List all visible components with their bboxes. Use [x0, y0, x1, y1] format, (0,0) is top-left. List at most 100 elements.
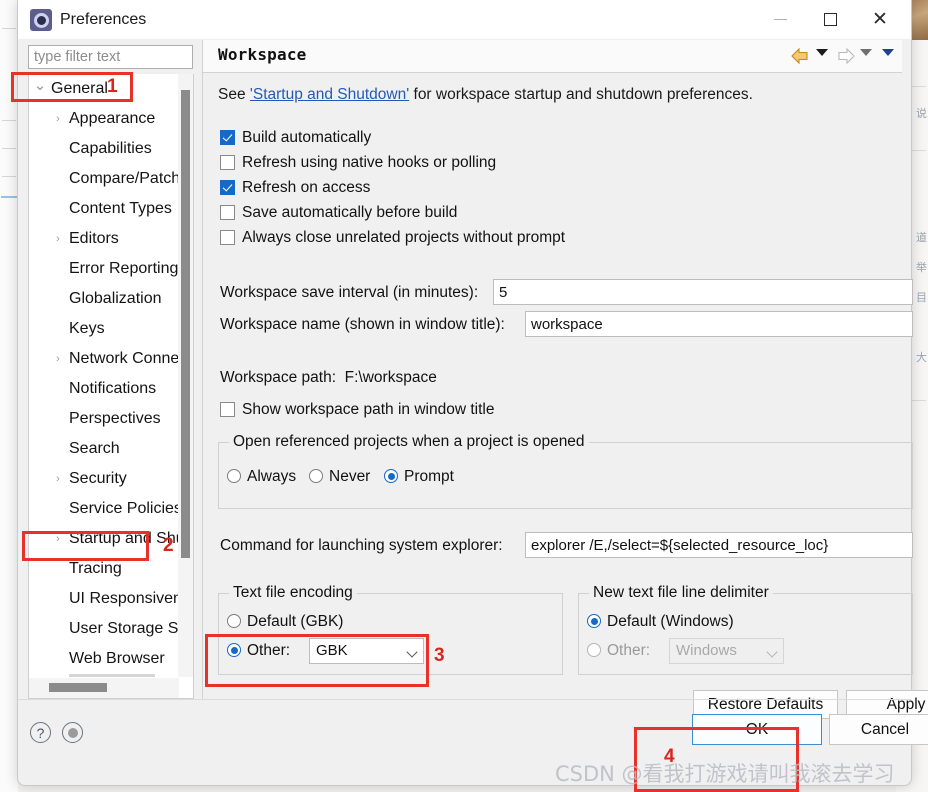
encoding-default-radio-row[interactable]: Default (GBK): [227, 613, 343, 635]
tree-item-label: UI Responsiveness Monitoring: [69, 590, 179, 607]
checkbox-row-always-close-unrelated-projects-without-prompt[interactable]: Always close unrelated projects without …: [220, 229, 565, 251]
maximize-button[interactable]: [807, 0, 853, 39]
help-button[interactable]: ?: [30, 722, 51, 743]
checkbox-refresh-on-access[interactable]: [220, 180, 235, 195]
tree-item-appearance[interactable]: › Appearance: [29, 104, 179, 134]
radio-always-label: Always: [247, 468, 297, 485]
system-explorer-input[interactable]: [525, 532, 913, 558]
radio-never-indicator[interactable]: [309, 469, 323, 483]
page-menu-chevron-down-icon[interactable]: [882, 49, 894, 56]
preference-page-header: Workspace: [203, 40, 902, 73]
tree-item-user-storage-service[interactable]: User Storage Service: [29, 614, 179, 644]
tree-item-keys[interactable]: Keys: [29, 314, 179, 344]
tree-item-notifications[interactable]: Notifications: [29, 374, 179, 404]
delimiter-combobox-value: Windows: [676, 642, 737, 659]
radio-never-label: Never: [329, 468, 371, 485]
chevron-right-icon[interactable]: ›: [51, 344, 65, 374]
tree-item-network-connections[interactable]: ›Network Connections: [29, 344, 179, 374]
tree-item-compare-patch[interactable]: Compare/Patch: [29, 164, 179, 194]
preferences-gear-icon: [30, 9, 52, 31]
chevron-right-icon[interactable]: ›: [51, 464, 65, 494]
tree-horizontal-scrollbar[interactable]: [29, 678, 179, 698]
delimiter-other-radio-indicator[interactable]: [587, 643, 601, 657]
tree-item-editors[interactable]: › Editors: [29, 224, 179, 254]
tree-horizontal-scrollbar-thumb[interactable]: [49, 683, 107, 692]
system-explorer-label: Command for launching system explorer:: [220, 537, 503, 554]
tree-item-label: Network Connections: [69, 350, 179, 367]
delimiter-other-radio-row[interactable]: Other:: [587, 642, 650, 664]
checkbox-row-refresh-on-access[interactable]: Refresh on access: [220, 179, 370, 201]
tree-item-perspectives[interactable]: Perspectives: [29, 404, 179, 434]
checkbox-save-automatically-before-build[interactable]: [220, 205, 235, 220]
tree-item-capabilities[interactable]: Capabilities: [29, 134, 179, 164]
filter-input[interactable]: [28, 45, 193, 69]
workspace-name-input[interactable]: [525, 311, 913, 337]
checkbox-always-close-unrelated-projects-without-prompt[interactable]: [220, 230, 235, 245]
delimiter-default-radio-row[interactable]: Default (Windows): [587, 613, 734, 635]
preference-tree[interactable]: ⌄ General › Appearance Capabilities Compare/P…: [29, 74, 179, 677]
tree-item-ui-responsiveness-monitoring[interactable]: UI Responsiveness Monitoring: [29, 584, 179, 614]
radio-always[interactable]: Always: [227, 468, 296, 490]
tree-item-error-reporting[interactable]: Error Reporting: [29, 254, 179, 284]
forward-arrow-icon: [838, 47, 855, 65]
tree-item-label: Notifications: [69, 380, 157, 397]
radio-never[interactable]: Never: [309, 468, 370, 490]
workspace-name-label: Workspace name (shown in window title):: [220, 316, 505, 333]
show-workspace-path-checkbox-row[interactable]: Show workspace path in window title: [220, 401, 494, 423]
close-button[interactable]: ✕: [857, 0, 903, 39]
tree-item-workspace[interactable]: › Workspace: [29, 674, 179, 677]
back-arrow-icon[interactable]: [790, 47, 810, 65]
startup-shutdown-link[interactable]: 'Startup and Shutdown': [250, 86, 409, 103]
tree-item-web-browser[interactable]: Web Browser: [29, 644, 179, 674]
show-workspace-path-label: Show workspace path in window title: [242, 401, 495, 418]
show-workspace-path-checkbox[interactable]: [220, 402, 235, 417]
checkbox-label: Refresh on access: [242, 179, 371, 196]
tree-item-label: User Storage Service: [69, 620, 179, 637]
tree-item-label: Content Types: [69, 200, 172, 217]
chevron-right-icon[interactable]: ›: [51, 104, 65, 134]
encoding-default-label: Default (GBK): [247, 613, 344, 630]
page-description: See 'Startup and Shutdown' for workspace…: [218, 86, 753, 104]
delimiter-default-radio-indicator[interactable]: [587, 614, 601, 628]
tree-vertical-scrollbar[interactable]: [178, 74, 193, 677]
cancel-button[interactable]: Cancel: [829, 714, 928, 745]
tree-item-label: Perspectives: [69, 410, 161, 427]
checkbox-row-save-automatically-before-build[interactable]: Save automatically before build: [220, 204, 457, 226]
encoding-default-radio-indicator[interactable]: [227, 614, 241, 628]
save-interval-input[interactable]: [493, 279, 913, 305]
checkbox-build-automatically[interactable]: [220, 130, 235, 145]
checkbox-row-refresh-using-native-hooks-or-polling[interactable]: Refresh using native hooks or polling: [220, 154, 496, 176]
description-prefix: See: [218, 86, 250, 103]
question-mark-icon: ?: [36, 724, 45, 741]
back-history-chevron-down-icon[interactable]: [816, 49, 828, 56]
tree-item-label: Keys: [69, 320, 105, 337]
tree-vertical-scrollbar-thumb[interactable]: [181, 90, 190, 558]
checkbox-row-build-automatically[interactable]: Build automatically: [220, 129, 371, 151]
forward-history-chevron-down-icon: [860, 49, 872, 56]
tree-item-search[interactable]: Search: [29, 434, 179, 464]
radio-prompt-indicator[interactable]: [384, 469, 398, 483]
chevron-right-icon[interactable]: ›: [51, 674, 65, 677]
tree-item-content-types[interactable]: Content Types: [29, 194, 179, 224]
radio-prompt-label: Prompt: [404, 468, 454, 485]
minimize-button[interactable]: [757, 0, 803, 39]
line-delimiter-legend: New text file line delimiter: [589, 584, 773, 602]
checkbox-label: Build automatically: [242, 129, 372, 146]
tree-item-label: Capabilities: [69, 140, 152, 157]
tree-item-globalization[interactable]: Globalization: [29, 284, 179, 314]
footer-divider: [18, 699, 911, 700]
chevron-right-icon[interactable]: ›: [51, 224, 65, 254]
tree-item-label: Workspace: [69, 674, 155, 677]
tree-item-label: Service Policies: [69, 500, 179, 517]
close-icon: ✕: [872, 9, 888, 30]
radio-prompt[interactable]: Prompt: [384, 468, 454, 490]
tree-item-label: Editors: [69, 230, 119, 247]
secondary-round-button[interactable]: [62, 722, 83, 743]
save-interval-label: Workspace save interval (in minutes):: [220, 284, 479, 301]
radio-always-indicator[interactable]: [227, 469, 241, 483]
tree-item-security[interactable]: › Security: [29, 464, 179, 494]
tree-item-label: Security: [69, 470, 127, 487]
checkbox-refresh-using-native-hooks-or-polling[interactable]: [220, 155, 235, 170]
csdn-watermark: CSDN @看我打游戏请叫我滚去学习: [555, 762, 895, 786]
tree-item-service-policies[interactable]: Service Policies: [29, 494, 179, 524]
